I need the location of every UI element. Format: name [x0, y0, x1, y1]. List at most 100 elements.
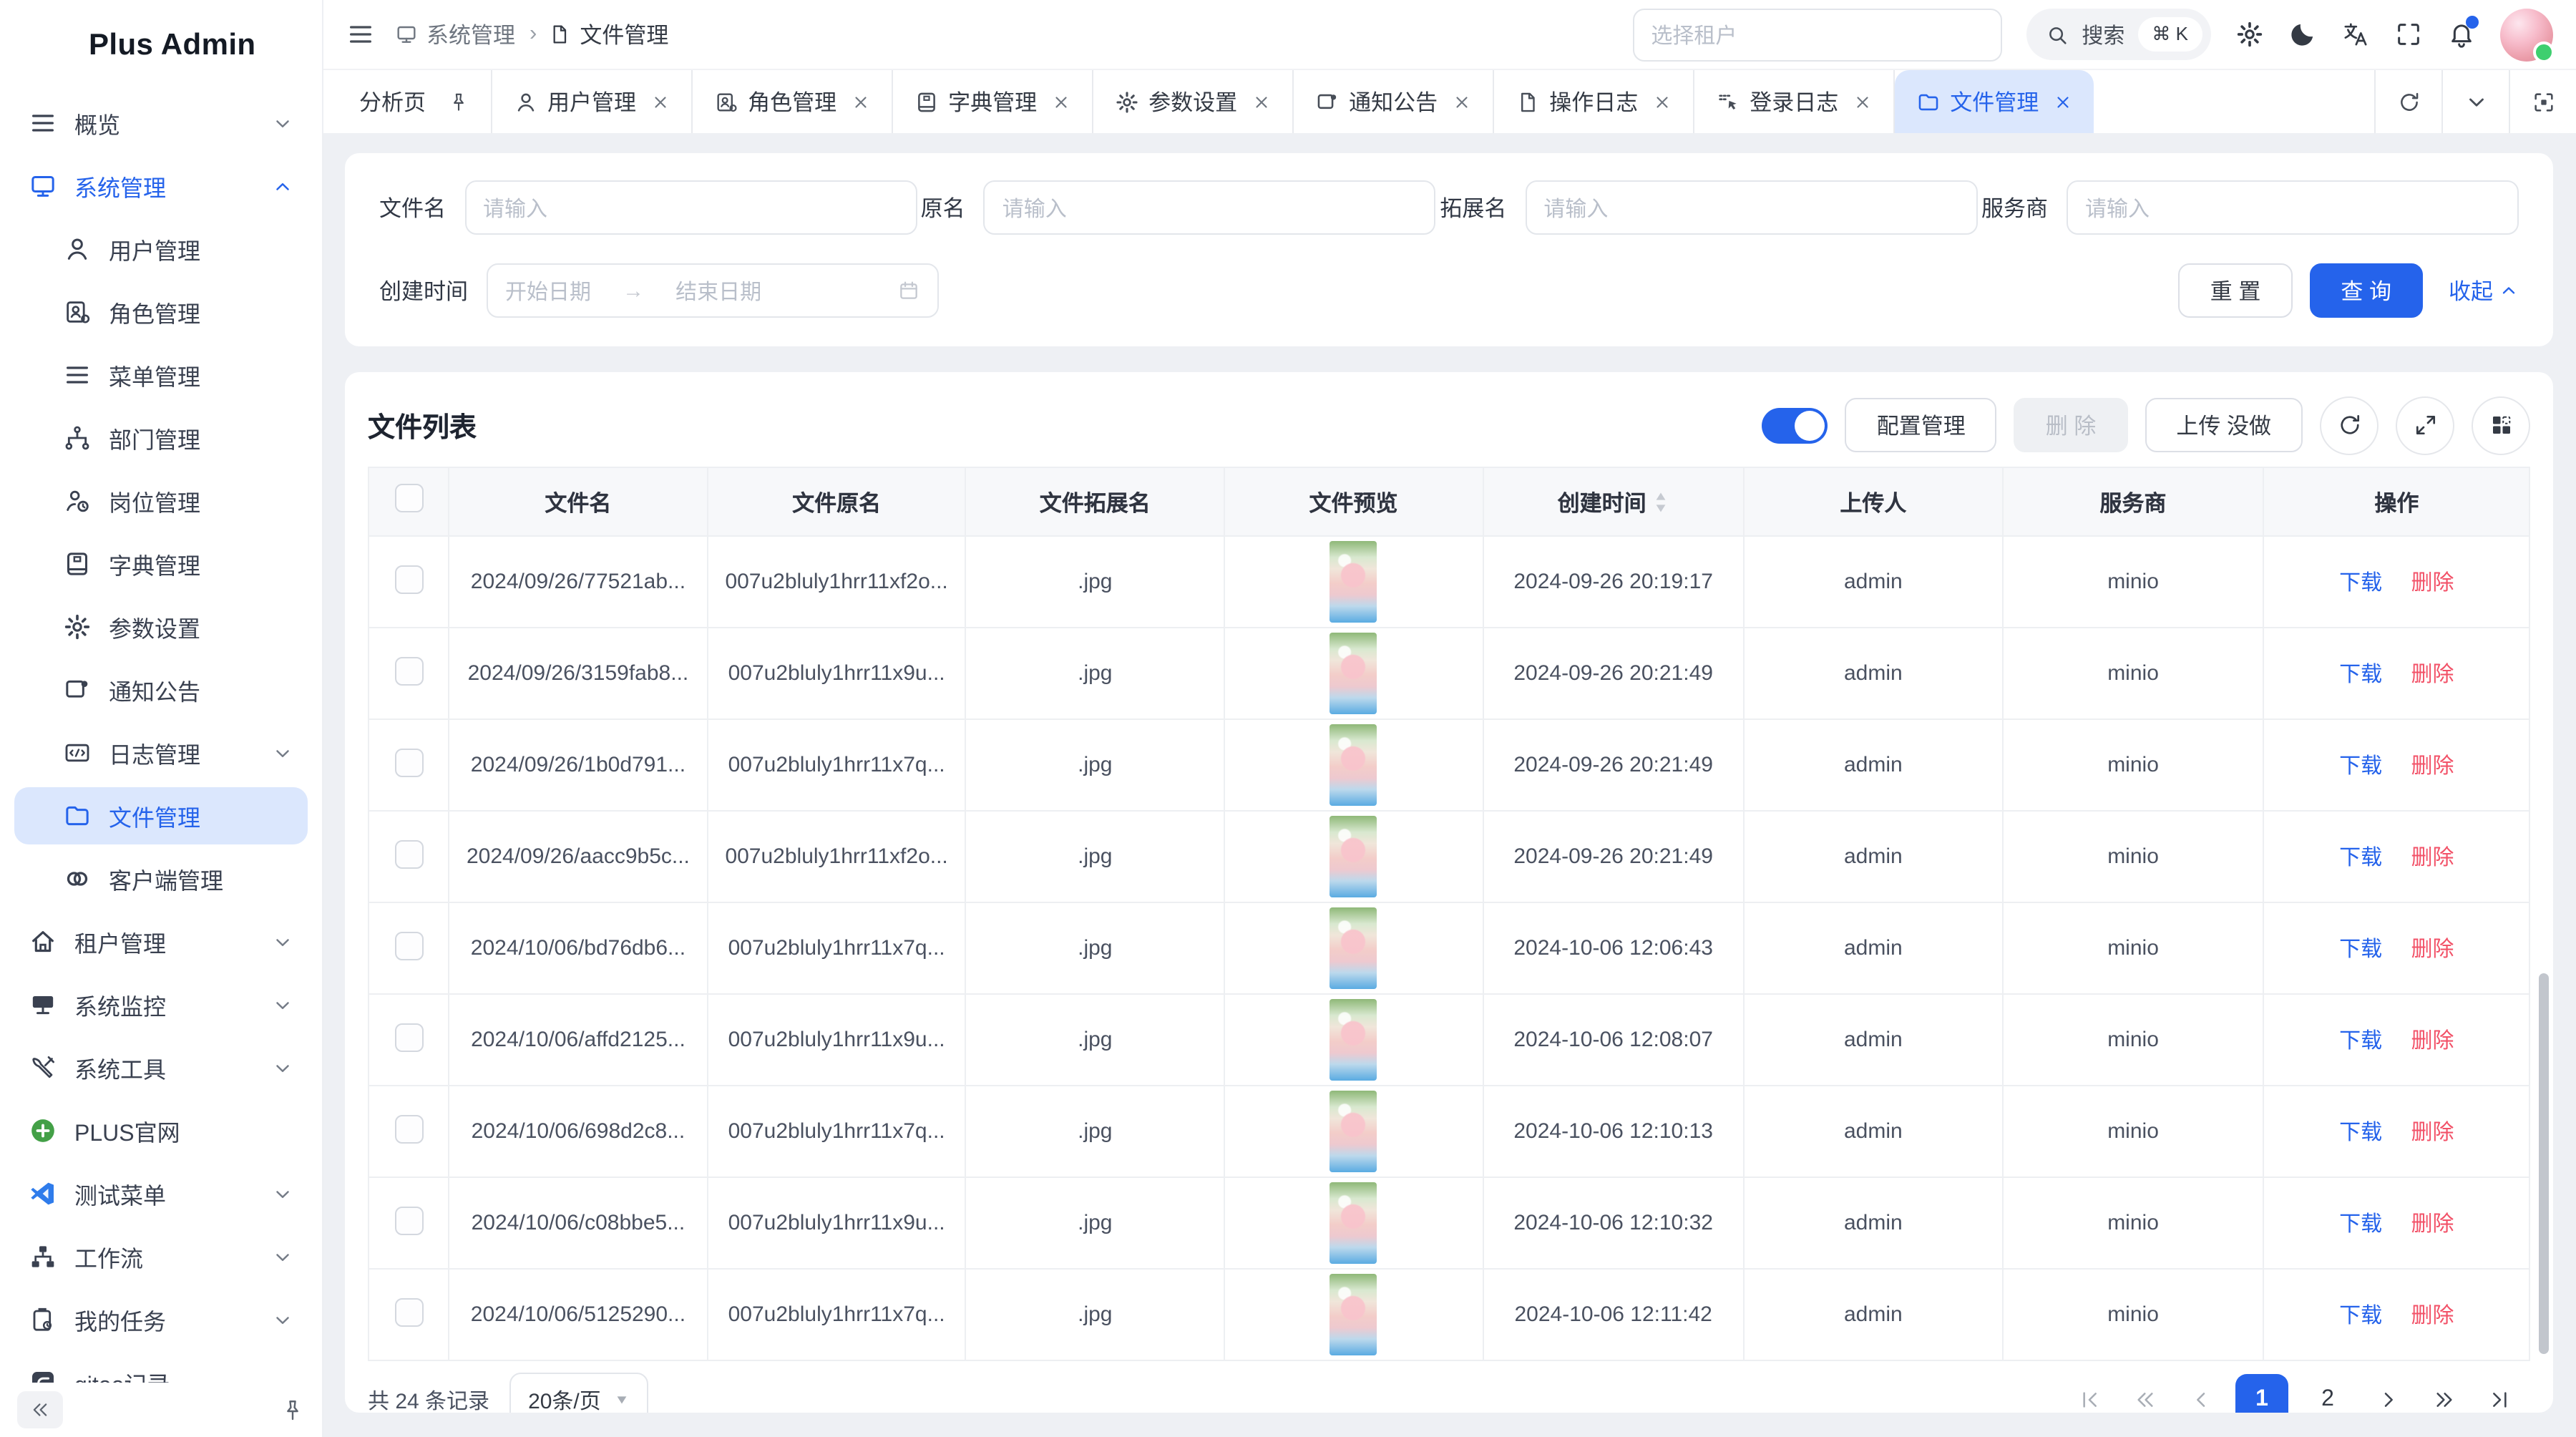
sidebar-collapse-button[interactable] — [17, 1391, 63, 1428]
settings-gear-icon[interactable] — [2235, 20, 2264, 49]
upload-button[interactable]: 上传 没做 — [2145, 398, 2303, 452]
delete-link[interactable]: 删除 — [2411, 1029, 2454, 1053]
sidebar-item[interactable]: 文件管理 — [14, 787, 308, 844]
content-fullscreen-button[interactable] — [2509, 70, 2576, 133]
column-header[interactable]: 上传人 — [1744, 467, 2002, 536]
sidebar-item[interactable]: 我的任务 — [14, 1291, 308, 1348]
file-preview-image[interactable] — [1330, 1091, 1377, 1172]
user-avatar[interactable] — [2500, 8, 2553, 61]
select-all-checkbox[interactable] — [394, 484, 423, 512]
sidebar-item[interactable]: 菜单管理 — [14, 346, 308, 404]
tab[interactable]: 字典管理 — [892, 70, 1093, 133]
tab[interactable]: 角色管理 — [692, 70, 892, 133]
file-preview-image[interactable] — [1330, 541, 1377, 623]
first-page-button[interactable] — [2068, 1378, 2111, 1413]
jump-forward-button[interactable] — [2423, 1378, 2466, 1413]
column-header[interactable]: 创建时间 — [1483, 467, 1744, 536]
delete-link[interactable]: 删除 — [2411, 1212, 2454, 1237]
previous-page-button[interactable] — [2180, 1378, 2223, 1413]
extension-input[interactable]: 请输入 — [1525, 180, 1977, 235]
page-number-button[interactable]: 1 — [2235, 1373, 2288, 1413]
column-header[interactable]: 文件名 — [449, 467, 707, 536]
sidebar-item[interactable]: 工作流 — [14, 1228, 308, 1285]
collapse-filter-link[interactable]: 收起 — [2449, 275, 2519, 306]
filename-input[interactable]: 请输入 — [464, 180, 917, 235]
jump-back-button[interactable] — [2124, 1378, 2167, 1413]
page-size-select[interactable]: 20条/页 — [509, 1372, 648, 1413]
column-header[interactable]: 文件预览 — [1224, 467, 1483, 536]
refresh-page-button[interactable] — [2374, 70, 2441, 133]
delete-button[interactable]: 删 除 — [2014, 398, 2128, 452]
original-name-input[interactable]: 请输入 — [984, 180, 1436, 235]
row-checkbox[interactable] — [394, 748, 423, 776]
language-translate-icon[interactable] — [2341, 20, 2370, 49]
download-link[interactable]: 下载 — [2339, 1029, 2382, 1053]
close-tab-icon[interactable] — [851, 92, 869, 111]
column-header[interactable]: 文件原名 — [708, 467, 966, 536]
sidebar-item[interactable]: 参数设置 — [14, 598, 308, 656]
sidebar-item[interactable]: 通知公告 — [14, 661, 308, 718]
tabs-menu-button[interactable] — [2441, 70, 2509, 133]
toggle-switch[interactable] — [1762, 407, 1828, 443]
sidebar-item[interactable]: 概览 — [14, 94, 308, 152]
close-tab-icon[interactable] — [1853, 92, 1871, 111]
row-checkbox[interactable] — [394, 1114, 423, 1143]
row-checkbox[interactable] — [394, 1023, 423, 1051]
date-range-input[interactable]: 开始日期 → 结束日期 — [487, 263, 939, 318]
sidebar-item[interactable]: 客户端管理 — [14, 850, 308, 907]
delete-link[interactable]: 删除 — [2411, 571, 2454, 595]
sidebar-item[interactable]: PLUS官网 — [14, 1102, 308, 1159]
download-link[interactable]: 下载 — [2339, 663, 2382, 687]
row-checkbox[interactable] — [394, 1297, 423, 1326]
sidebar-item[interactable]: 系统工具 — [14, 1039, 308, 1096]
column-header[interactable]: 文件拓展名 — [966, 467, 1224, 536]
search-button[interactable]: 查 询 — [2309, 263, 2423, 318]
close-tab-icon[interactable] — [2053, 92, 2072, 111]
dark-mode-moon-icon[interactable] — [2288, 20, 2317, 49]
sidebar-item[interactable]: 角色管理 — [14, 283, 308, 341]
sidebar-pin-icon[interactable] — [280, 1398, 305, 1422]
close-tab-icon[interactable] — [1452, 92, 1470, 111]
tab[interactable]: 文件管理 — [1894, 70, 2093, 133]
tab[interactable]: 登录日志 — [1694, 70, 1894, 133]
sidebar-item[interactable]: 用户管理 — [14, 220, 308, 278]
page-number-button[interactable]: 2 — [2301, 1373, 2354, 1413]
row-checkbox[interactable] — [394, 565, 423, 593]
row-checkbox[interactable] — [394, 839, 423, 868]
reset-button[interactable]: 重 置 — [2179, 263, 2293, 318]
breadcrumb-item[interactable]: › 文件管理 — [527, 19, 668, 50]
file-preview-image[interactable] — [1330, 724, 1377, 806]
delete-link[interactable]: 删除 — [2411, 846, 2454, 870]
column-settings-button[interactable] — [2472, 396, 2530, 454]
expand-table-button[interactable] — [2396, 396, 2454, 454]
sidebar-item[interactable]: 测试菜单 — [14, 1165, 308, 1222]
close-tab-icon[interactable] — [650, 92, 669, 111]
sidebar-item[interactable]: 租户管理 — [14, 913, 308, 970]
tab[interactable]: 操作日志 — [1493, 70, 1694, 133]
delete-link[interactable]: 删除 — [2411, 663, 2454, 687]
sidebar-item[interactable]: 系统管理 — [14, 157, 308, 215]
delete-link[interactable]: 删除 — [2411, 1121, 2454, 1145]
pin-icon[interactable] — [447, 91, 469, 112]
sidebar-item[interactable]: 部门管理 — [14, 409, 308, 467]
sort-control[interactable] — [1654, 490, 1669, 513]
fullscreen-icon[interactable] — [2394, 20, 2423, 49]
close-tab-icon[interactable] — [1051, 92, 1070, 111]
file-preview-image[interactable] — [1330, 816, 1377, 897]
delete-link[interactable]: 删除 — [2411, 754, 2454, 779]
close-tab-icon[interactable] — [1252, 92, 1270, 111]
next-page-button[interactable] — [2367, 1378, 2410, 1413]
tab[interactable]: 用户管理 — [492, 70, 692, 133]
tab[interactable]: 通知公告 — [1293, 70, 1493, 133]
download-link[interactable]: 下载 — [2339, 1212, 2382, 1237]
sidebar-item[interactable]: 系统监控 — [14, 976, 308, 1033]
notifications-button[interactable] — [2447, 20, 2476, 49]
column-header[interactable]: 服务商 — [2002, 467, 2263, 536]
file-preview-image[interactable] — [1330, 1274, 1377, 1355]
download-link[interactable]: 下载 — [2339, 1121, 2382, 1145]
sidebar-item[interactable]: 字典管理 — [14, 535, 308, 593]
file-preview-image[interactable] — [1330, 907, 1377, 989]
last-page-button[interactable] — [2479, 1378, 2522, 1413]
refresh-table-button[interactable] — [2320, 396, 2379, 454]
download-link[interactable]: 下载 — [2339, 571, 2382, 595]
